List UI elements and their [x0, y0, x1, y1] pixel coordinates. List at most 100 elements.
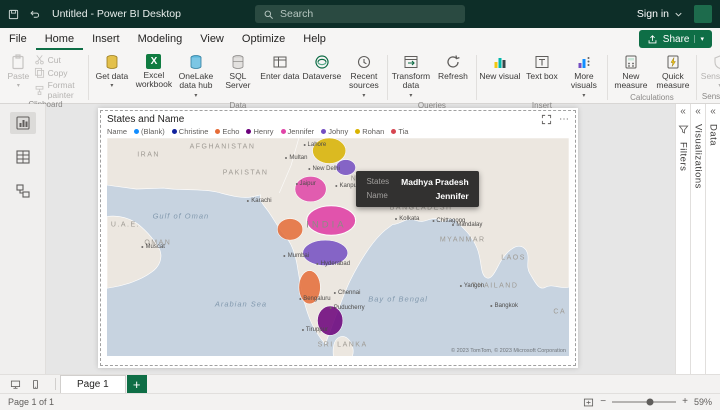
map-visual[interactable]: States and Name ⋯ Name (Blank) Christine E… — [100, 110, 576, 366]
more-options-icon[interactable]: ⋯ — [559, 114, 570, 125]
menu-help[interactable]: Help — [294, 28, 335, 50]
legend-title: Name — [107, 126, 128, 136]
visualizations-pane-collapsed[interactable]: « Visualizations — [690, 104, 705, 374]
tooltip-label: Name — [366, 190, 388, 200]
excel-workbook-button[interactable]: X Excel workbook — [133, 52, 175, 92]
refresh-icon — [447, 55, 460, 68]
legend-dot — [321, 129, 327, 134]
data-pane-label: Data — [707, 124, 719, 147]
zoom-percentage: 59% — [693, 397, 712, 407]
new-visual-button[interactable]: New visual — [479, 52, 521, 83]
city-label: Tiruppur — [301, 327, 328, 333]
expand-pane-icon[interactable]: « — [695, 107, 701, 117]
group-label-sensitivity: Sensitivity — [701, 92, 720, 101]
data-view-button[interactable] — [10, 146, 36, 168]
undo-icon[interactable] — [29, 9, 40, 20]
city-label: Mandalay — [452, 222, 482, 228]
legend-item[interactable]: Rohan — [355, 127, 384, 136]
group-label-calculations: Calculations — [630, 92, 674, 102]
main-area: States and Name ⋯ Name (Blank) Christine E… — [0, 104, 720, 374]
legend-item[interactable]: Jennifer — [280, 127, 314, 136]
legend-items: (Blank) Christine Echo Henry Jennifer Johny Ro… — [134, 127, 408, 136]
dataverse-icon — [315, 55, 329, 69]
city-label: Kanpur — [335, 183, 359, 189]
menu-view[interactable]: View — [191, 28, 233, 50]
fit-to-page-icon[interactable] — [583, 397, 594, 408]
menu-optimize[interactable]: Optimize — [233, 28, 294, 50]
text-box-button[interactable]: Text box — [521, 52, 563, 83]
legend: Name (Blank) Christine Echo Henry Jennifer Jo… — [107, 126, 569, 137]
refresh-button[interactable]: Refresh — [432, 52, 474, 83]
visualizations-pane-label: Visualizations — [692, 124, 704, 189]
mobile-layout-icon[interactable] — [30, 379, 41, 390]
ribbon-separator — [606, 55, 608, 100]
add-page-button[interactable]: + — [126, 375, 147, 393]
format-painter-button[interactable]: Format painter — [32, 80, 86, 100]
transform-data-button[interactable]: Transform data ▾ — [390, 52, 432, 101]
report-canvas[interactable]: States and Name ⋯ Name (Blank) Christine E… — [46, 104, 675, 374]
quick-measure-button[interactable]: Quick measure — [652, 52, 694, 93]
sensitivity-button[interactable]: Sensitivity ▾ — [699, 52, 720, 92]
ribbon-separator — [87, 55, 89, 100]
legend-dot — [280, 129, 286, 134]
map-attribution: © 2023 TomTom, © 2023 Microsoft Corporat… — [450, 348, 566, 354]
city-label: Bangkok — [490, 303, 518, 309]
focus-mode-icon[interactable] — [541, 114, 552, 125]
map-area[interactable]: IRANAFGHANISTANPAKISTANNEPALBHUTANBANGLA… — [107, 138, 569, 356]
zoom-slider[interactable] — [612, 398, 677, 406]
legend-item[interactable]: (Blank) — [134, 127, 165, 136]
share-button[interactable]: Share ▾ — [638, 30, 712, 48]
legend-item[interactable]: Johny — [321, 127, 348, 136]
account-button[interactable] — [694, 5, 712, 23]
sign-in-button[interactable]: Sign in — [637, 8, 684, 20]
paste-button[interactable]: Paste ▾ — [5, 52, 32, 92]
city-label: Bengaluru — [299, 296, 331, 302]
desktop-layout-icon[interactable] — [10, 379, 21, 390]
new-measure-button[interactable]: New measure — [610, 52, 652, 93]
legend-item[interactable]: Henry — [246, 127, 274, 136]
save-icon[interactable] — [8, 9, 19, 20]
more-visuals-button[interactable]: More visuals ▾ — [563, 52, 605, 101]
menu-home[interactable]: Home — [36, 28, 83, 50]
report-view-button[interactable] — [9, 112, 36, 134]
onelake-data-hub-button[interactable]: OneLake data hub ▾ — [175, 52, 217, 101]
map-labels: IRANAFGHANISTANPAKISTANNEPALBHUTANBANGLA… — [107, 138, 569, 356]
zoom-slider-thumb[interactable] — [646, 398, 654, 406]
legend-item[interactable]: Christine — [171, 127, 209, 136]
menu-bar: File Home Insert Modeling View Optimize … — [0, 28, 720, 50]
data-pane-collapsed[interactable]: « Data — [705, 104, 720, 374]
legend-dot — [246, 129, 252, 134]
legend-dot — [391, 129, 397, 134]
dataverse-button[interactable]: Dataverse — [301, 52, 343, 83]
filters-pane-collapsed[interactable]: « Filters — [675, 104, 690, 374]
legend-label: (Blank) — [141, 127, 165, 136]
menu-insert[interactable]: Insert — [83, 28, 129, 50]
model-view-button[interactable] — [10, 180, 36, 202]
filter-funnel-icon — [678, 125, 688, 134]
copy-button[interactable]: Copy — [32, 67, 86, 78]
page-tab[interactable]: Page 1 — [60, 375, 126, 393]
search-input[interactable]: Search — [255, 5, 465, 23]
enter-data-button[interactable]: Enter data — [259, 52, 301, 83]
menu-file[interactable]: File — [0, 28, 36, 50]
chevron-down-icon: ▾ — [409, 92, 413, 99]
zoom-in-button[interactable]: + — [682, 397, 688, 407]
tooltip-value: Jennifer — [435, 190, 469, 201]
expand-pane-icon[interactable]: « — [710, 107, 716, 117]
cut-button[interactable]: Cut — [32, 54, 86, 65]
recent-sources-button[interactable]: Recent sources ▾ — [343, 52, 385, 101]
database-icon — [106, 55, 118, 69]
sql-server-button[interactable]: SQL Server — [217, 52, 259, 93]
sensitivity-icon — [714, 55, 720, 70]
legend-item[interactable]: Echo — [215, 127, 239, 136]
page-tab-bar: Page 1 + — [0, 374, 720, 393]
get-data-button[interactable]: Get data ▾ — [91, 52, 133, 92]
zoom-out-button[interactable]: − — [600, 397, 606, 407]
bar-chart-icon — [494, 58, 506, 68]
report-page[interactable]: States and Name ⋯ Name (Blank) Christine E… — [98, 108, 578, 368]
legend-label: Christine — [178, 127, 209, 136]
expand-pane-icon[interactable]: « — [680, 107, 686, 117]
legend-item[interactable]: Tia — [391, 127, 408, 136]
city-label: New Delhi — [308, 166, 340, 172]
menu-modeling[interactable]: Modeling — [129, 28, 192, 50]
